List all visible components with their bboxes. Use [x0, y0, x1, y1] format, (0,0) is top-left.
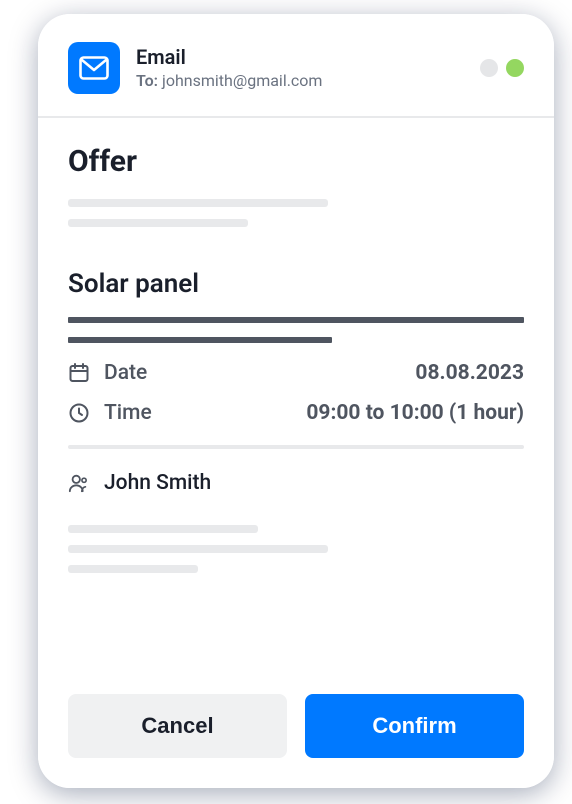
- header-title: Email: [136, 45, 480, 69]
- section-title: Offer: [68, 144, 524, 179]
- divider-line: [68, 445, 524, 449]
- item-title: Solar panel: [68, 269, 524, 299]
- placeholder-line: [68, 199, 328, 207]
- placeholder-line: [68, 545, 328, 553]
- placeholder-bar: [68, 337, 332, 343]
- status-dots: [480, 59, 524, 77]
- action-footer: Cancel Confirm: [68, 694, 524, 758]
- email-preview-card: Email To: johnsmith@gmail.com Offer Sola…: [38, 14, 554, 788]
- date-value: 08.08.2023: [415, 361, 524, 385]
- placeholder-line: [68, 565, 198, 573]
- date-row: Date 08.08.2023: [68, 361, 524, 385]
- placeholder-lines: [68, 199, 524, 227]
- calendar-icon: [68, 362, 90, 384]
- status-dot-green: [506, 59, 524, 77]
- time-label: Time: [104, 401, 152, 425]
- time-row: Time 09:00 to 10:00 (1 hour): [68, 401, 524, 425]
- date-label: Date: [104, 361, 147, 385]
- confirm-button[interactable]: Confirm: [305, 694, 524, 758]
- to-value: johnsmith@gmail.com: [162, 71, 322, 90]
- person-icon: [68, 472, 90, 494]
- placeholder-line: [68, 219, 248, 227]
- email-header: Email To: johnsmith@gmail.com: [38, 14, 554, 118]
- header-recipient: To: johnsmith@gmail.com: [136, 71, 480, 92]
- clock-icon: [68, 402, 90, 424]
- person-name: John Smith: [104, 471, 211, 495]
- person-row: John Smith: [68, 471, 524, 495]
- email-body: Offer Solar panel Date 08.08.2023: [38, 118, 554, 573]
- time-value: 09:00 to 10:00 (1 hour): [306, 401, 524, 425]
- status-dot-gray: [480, 59, 498, 77]
- placeholder-bar: [68, 317, 524, 323]
- to-label: To:: [136, 71, 158, 90]
- placeholder-bars: [68, 317, 524, 343]
- cancel-button[interactable]: Cancel: [68, 694, 287, 758]
- placeholder-lines: [68, 525, 524, 573]
- mail-icon: [68, 42, 120, 94]
- placeholder-line: [68, 525, 258, 533]
